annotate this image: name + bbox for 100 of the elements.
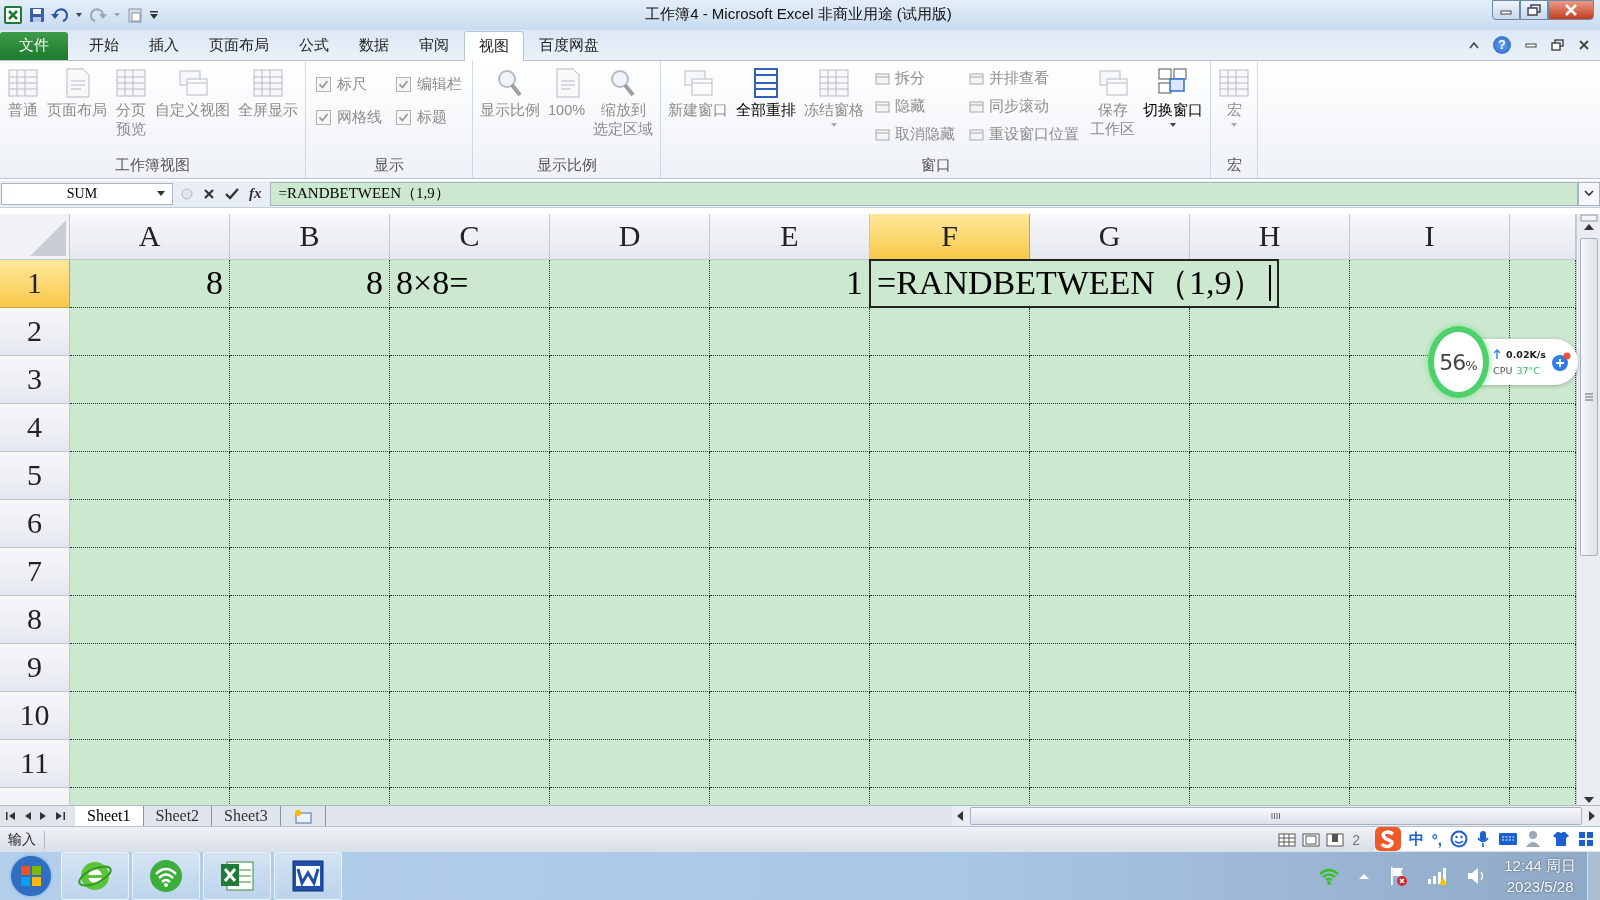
grip-icon[interactable] [181, 187, 193, 200]
row-header[interactable]: 10 [0, 691, 70, 740]
ribbon-tab[interactable]: 开始 [74, 30, 134, 60]
row-header[interactable]: 1 [0, 259, 70, 308]
normal-view-icon[interactable] [1278, 831, 1297, 848]
row-header[interactable]: 4 [0, 403, 70, 452]
grid-icon[interactable] [1578, 831, 1594, 848]
emoji-icon[interactable] [1450, 830, 1468, 849]
cancel-icon[interactable] [203, 187, 215, 200]
screen-icon [252, 66, 284, 99]
page-grid-icon [115, 66, 147, 99]
name-box[interactable]: SUM [1, 182, 173, 205]
previous-sheet-icon[interactable] [24, 811, 31, 822]
taskbar-app-button[interactable] [203, 852, 271, 900]
next-sheet-icon[interactable] [40, 811, 47, 822]
pane-icon [875, 100, 891, 114]
caret-icon [156, 190, 166, 198]
keyboard-icon[interactable] [1498, 832, 1518, 847]
row-header[interactable]: 5 [0, 451, 70, 500]
punctuation-mode[interactable]: °, [1431, 830, 1442, 848]
ribbon-tab[interactable]: 页面布局 [194, 30, 284, 60]
checkmark-icon [398, 78, 409, 90]
ribbon-tab[interactable]: 公式 [284, 30, 344, 60]
column-header[interactable]: H [1190, 213, 1350, 260]
vertical-scrollbar[interactable] [1576, 213, 1600, 806]
column-header[interactable]: F [870, 213, 1030, 260]
column-header[interactable]: C [390, 213, 550, 260]
row-header[interactable]: 11 [0, 739, 70, 788]
close-icon [1564, 4, 1578, 16]
sheet-tab[interactable]: Sheet1 [75, 806, 144, 827]
table-cell: 8×8= [390, 259, 550, 308]
document-icon [290, 858, 326, 894]
close-button[interactable] [1548, 0, 1594, 20]
cpu-label: CPU [1493, 364, 1513, 376]
input-language[interactable]: 中 [1408, 829, 1424, 849]
ime-logo-icon[interactable] [1374, 827, 1401, 852]
percent-sign: % [1465, 357, 1478, 373]
zoom-level: 2 [1352, 831, 1360, 848]
page-break-icon[interactable] [1326, 831, 1345, 848]
add-button-icon[interactable] [1550, 351, 1572, 373]
column-header[interactable]: D [550, 213, 710, 260]
ribbon-button[interactable]: 全部重排 [733, 64, 800, 122]
scroll-thumb[interactable] [1579, 237, 1598, 556]
row-header[interactable]: 7 [0, 547, 70, 596]
ribbon-button[interactable]: 切换窗口 [1140, 64, 1207, 130]
restore-icon [1527, 4, 1541, 16]
minimize-button[interactable] [1492, 0, 1520, 20]
insert-function-button[interactable]: fx [249, 185, 262, 203]
ribbon-tab[interactable]: 审阅 [404, 30, 464, 60]
table-cell: 8 [230, 259, 390, 308]
scroll-right-icon[interactable] [1588, 810, 1596, 823]
page-layout-icon[interactable] [1302, 831, 1321, 848]
restore-icon[interactable] [1551, 38, 1564, 51]
column-header[interactable]: A [70, 213, 230, 260]
group-label: 宏 [1225, 155, 1243, 175]
scroll-left-icon[interactable] [956, 810, 964, 823]
microphone-icon[interactable] [1476, 830, 1490, 849]
grip-lines-icon [1583, 392, 1594, 401]
save-icon[interactable] [29, 6, 45, 23]
row-header[interactable]: 9 [0, 643, 70, 692]
row-header[interactable]: 6 [0, 499, 70, 548]
column-header[interactable]: I [1350, 213, 1510, 260]
collapse-ribbon-icon[interactable] [1469, 40, 1479, 49]
signal-bars-icon[interactable] [1426, 866, 1449, 886]
column-header[interactable]: B [230, 213, 390, 260]
restore-button[interactable] [1520, 0, 1548, 20]
column-header[interactable]: G [1030, 213, 1190, 260]
clipboard-icon[interactable] [127, 6, 143, 23]
group-label: 显示 [373, 155, 405, 175]
formula-field[interactable]: =RANDBETWEEN（1,9） [269, 181, 1578, 206]
ribbon-tab[interactable]: 数据 [344, 30, 404, 60]
ribbon-tab[interactable]: 百度网盘 [524, 30, 614, 60]
grip-lines-icon [1271, 812, 1281, 821]
undo-icon[interactable] [51, 6, 69, 23]
ribbon-tab[interactable]: 插入 [134, 30, 194, 60]
first-sheet-icon[interactable] [6, 811, 15, 822]
pane-icon [969, 72, 985, 86]
excel-icon[interactable] [3, 4, 23, 25]
taskbar-app-button[interactable] [274, 852, 342, 900]
shirt-icon[interactable] [1552, 831, 1570, 848]
spreadsheet-icon [219, 858, 255, 894]
cell-input-field[interactable]: =RANDBETWEEN（1,9） [869, 258, 1280, 308]
ribbon-tab[interactable]: 视图 [464, 30, 524, 61]
status-mode: 输入 [0, 830, 45, 849]
close-icon[interactable] [1578, 38, 1590, 51]
row-header[interactable]: 8 [0, 595, 70, 644]
caret-icon[interactable] [75, 11, 83, 18]
checkmark-icon [398, 111, 409, 123]
expand-formula-button[interactable] [1578, 181, 1600, 206]
cpu-temperature: 37°C [1516, 364, 1540, 376]
flag-icon[interactable] [1388, 865, 1409, 887]
row-header[interactable]: 3 [0, 355, 70, 404]
file-tab[interactable]: 文件 [0, 31, 68, 60]
column-header[interactable]: E [710, 213, 870, 260]
row-header[interactable]: 2 [0, 307, 70, 356]
text-cursor [1269, 265, 1272, 302]
enter-icon[interactable] [225, 187, 239, 200]
last-sheet-icon[interactable] [56, 811, 65, 822]
customize-caret-icon[interactable] [149, 9, 159, 20]
triangle-icon [30, 219, 66, 256]
